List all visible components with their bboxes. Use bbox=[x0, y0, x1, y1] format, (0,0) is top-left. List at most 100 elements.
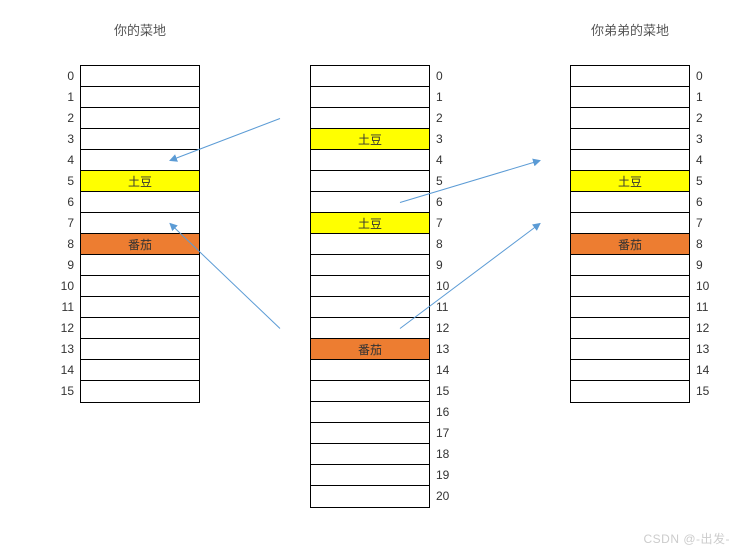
right-row bbox=[571, 150, 689, 171]
left-row bbox=[81, 129, 199, 150]
index-label: 6 bbox=[436, 191, 454, 212]
right-row bbox=[571, 66, 689, 87]
index-label: 2 bbox=[56, 107, 74, 128]
index-label: 3 bbox=[56, 128, 74, 149]
index-label: 20 bbox=[436, 485, 454, 506]
right-row bbox=[571, 255, 689, 276]
mid-column: 土豆土豆番茄 bbox=[310, 65, 430, 508]
right-title: 你弟弟的菜地 bbox=[570, 20, 690, 39]
right-row bbox=[571, 339, 689, 360]
index-label: 4 bbox=[436, 149, 454, 170]
mid-row bbox=[311, 171, 429, 192]
right-row bbox=[571, 297, 689, 318]
index-label: 11 bbox=[56, 296, 74, 317]
index-label: 0 bbox=[56, 65, 74, 86]
index-label: 7 bbox=[696, 212, 714, 233]
left-title: 你的菜地 bbox=[80, 20, 200, 39]
index-label: 17 bbox=[436, 422, 454, 443]
mid-row bbox=[311, 465, 429, 486]
left-row bbox=[81, 150, 199, 171]
index-label: 0 bbox=[436, 65, 454, 86]
left-row: 土豆 bbox=[81, 171, 199, 192]
index-label: 14 bbox=[696, 359, 714, 380]
right-row bbox=[571, 87, 689, 108]
index-label: 11 bbox=[696, 296, 714, 317]
index-label: 13 bbox=[56, 338, 74, 359]
index-label: 10 bbox=[696, 275, 714, 296]
right-row bbox=[571, 108, 689, 129]
mid-row bbox=[311, 192, 429, 213]
left-row bbox=[81, 360, 199, 381]
index-label: 7 bbox=[436, 212, 454, 233]
index-label: 7 bbox=[56, 212, 74, 233]
right-row bbox=[571, 276, 689, 297]
mid-row bbox=[311, 150, 429, 171]
index-label: 8 bbox=[436, 233, 454, 254]
mid-row bbox=[311, 87, 429, 108]
index-label: 10 bbox=[436, 275, 454, 296]
index-label: 12 bbox=[696, 317, 714, 338]
index-label: 6 bbox=[696, 191, 714, 212]
left-row bbox=[81, 213, 199, 234]
index-label: 5 bbox=[56, 170, 74, 191]
right-row bbox=[571, 360, 689, 381]
mid-row: 番茄 bbox=[311, 339, 429, 360]
left-row bbox=[81, 318, 199, 339]
index-label: 4 bbox=[56, 149, 74, 170]
index-label: 3 bbox=[696, 128, 714, 149]
index-label: 18 bbox=[436, 443, 454, 464]
left-row bbox=[81, 339, 199, 360]
index-label: 15 bbox=[696, 380, 714, 401]
right-row: 番茄 bbox=[571, 234, 689, 255]
index-label: 9 bbox=[696, 254, 714, 275]
mid-row bbox=[311, 66, 429, 87]
left-row bbox=[81, 297, 199, 318]
index-label: 15 bbox=[436, 380, 454, 401]
index-label: 16 bbox=[436, 401, 454, 422]
mid-row bbox=[311, 381, 429, 402]
index-label: 14 bbox=[436, 359, 454, 380]
index-label: 8 bbox=[56, 233, 74, 254]
left-row bbox=[81, 276, 199, 297]
index-label: 12 bbox=[56, 317, 74, 338]
index-label: 9 bbox=[56, 254, 74, 275]
mid-row bbox=[311, 402, 429, 423]
index-label: 5 bbox=[436, 170, 454, 191]
left-column: 土豆番茄 bbox=[80, 65, 200, 403]
left-row bbox=[81, 66, 199, 87]
right-row bbox=[571, 318, 689, 339]
right-row bbox=[571, 192, 689, 213]
index-label: 8 bbox=[696, 233, 714, 254]
index-label: 5 bbox=[696, 170, 714, 191]
mid-row bbox=[311, 486, 429, 507]
index-label: 6 bbox=[56, 191, 74, 212]
mid-row bbox=[311, 276, 429, 297]
index-label: 3 bbox=[436, 128, 454, 149]
index-label: 15 bbox=[56, 380, 74, 401]
index-label: 13 bbox=[696, 338, 714, 359]
index-label: 9 bbox=[436, 254, 454, 275]
mid-row bbox=[311, 444, 429, 465]
left-row bbox=[81, 87, 199, 108]
mid-row bbox=[311, 108, 429, 129]
right-row bbox=[571, 381, 689, 402]
mid-row bbox=[311, 423, 429, 444]
hash-diagram: 你的菜地土豆番茄0123456789101112131415土豆土豆番茄0123… bbox=[30, 20, 708, 533]
mid-row: 土豆 bbox=[311, 213, 429, 234]
index-label: 13 bbox=[436, 338, 454, 359]
right-row: 土豆 bbox=[571, 171, 689, 192]
right-row bbox=[571, 129, 689, 150]
left-row bbox=[81, 108, 199, 129]
left-row bbox=[81, 381, 199, 402]
mid-row bbox=[311, 255, 429, 276]
index-label: 12 bbox=[436, 317, 454, 338]
mid-row bbox=[311, 234, 429, 255]
index-label: 0 bbox=[696, 65, 714, 86]
index-label: 14 bbox=[56, 359, 74, 380]
index-label: 2 bbox=[696, 107, 714, 128]
mid-row bbox=[311, 318, 429, 339]
left-row bbox=[81, 192, 199, 213]
mid-row bbox=[311, 360, 429, 381]
watermark: CSDN @-出发- bbox=[643, 530, 730, 547]
index-label: 2 bbox=[436, 107, 454, 128]
